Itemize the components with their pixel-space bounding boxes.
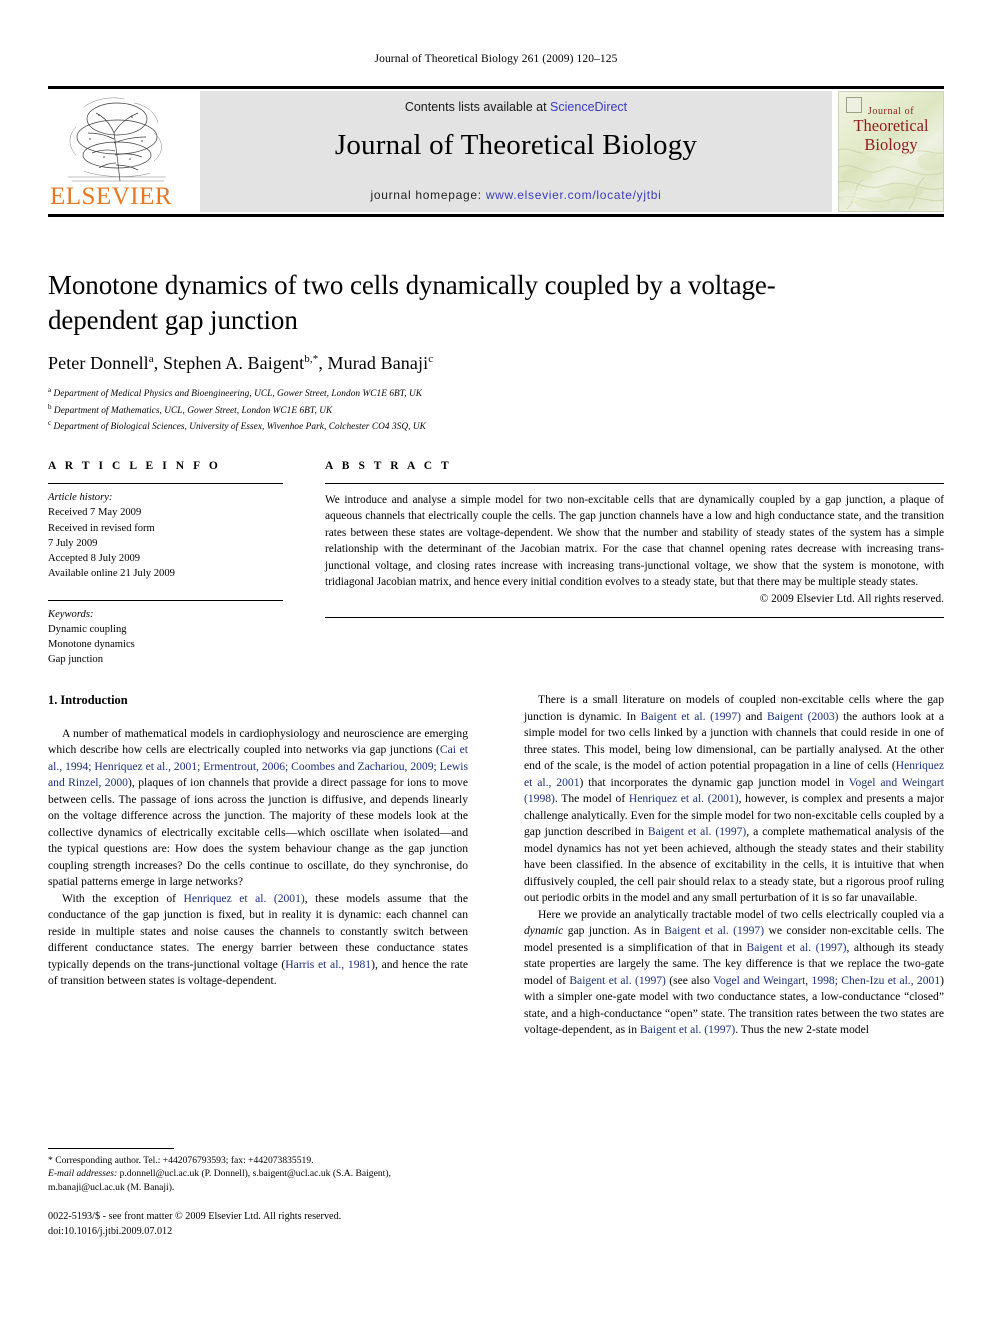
- issn-front-matter: 0022-5193/$ - see front matter © 2009 El…: [48, 1211, 342, 1223]
- author-list: Peter Donnella, Stephen A. Baigentb,*, M…: [48, 353, 434, 374]
- affiliation-list: a Department of Medical Physics and Bioe…: [48, 385, 808, 435]
- cover-title-line2: Theoretical: [853, 116, 929, 136]
- article-history-label: Article history:: [48, 492, 113, 503]
- elsevier-tree-icon: [68, 97, 166, 182]
- body-paragraph: With the exception of Henriquez et al. (…: [48, 891, 468, 988]
- cover-title: Journal of Theoretical Biology: [839, 106, 943, 154]
- body-columns: 1. Introduction A number of mathematical…: [48, 692, 944, 1039]
- keyword-item: Dynamic coupling: [48, 623, 127, 635]
- sciencedirect-link[interactable]: ScienceDirect: [550, 100, 627, 114]
- journal-masthead: ELSEVIER Contents lists available at Sci…: [48, 86, 944, 217]
- masthead-bottom-rule: [48, 214, 944, 217]
- cover-title-line3: Biology: [864, 134, 918, 154]
- journal-homepage-line: journal homepage: www.elsevier.com/locat…: [200, 188, 832, 202]
- contents-available-line: Contents lists available at ScienceDirec…: [200, 100, 832, 114]
- affiliation-item: c Department of Biological Sciences, Uni…: [48, 419, 426, 433]
- keyword-item: Gap junction: [48, 654, 104, 666]
- abstract-copyright: © 2009 Elsevier Ltd. All rights reserved…: [759, 592, 944, 605]
- article-keywords: Keywords: Dynamic coupling Monotone dynam…: [48, 601, 283, 675]
- keywords-label: Keywords:: [48, 608, 94, 620]
- article-history-items: Received 7 May 2009 Received in revised f…: [48, 505, 283, 581]
- paper-page: Journal of Theoretical Biology 261 (2009…: [0, 0, 992, 1323]
- article-history-item: 7 July 2009: [48, 537, 98, 549]
- section-heading-introduction: 1. Introduction: [48, 693, 128, 707]
- abstract-column: A B S T R A C T We introduce and analyse…: [325, 460, 944, 675]
- contents-prefix: Contents lists available at: [404, 100, 551, 114]
- footnote-rule: [48, 1148, 174, 1149]
- journal-title: Journal of Theoretical Biology: [334, 129, 698, 161]
- article-history: Article history: Received 7 May 2009 Rece…: [48, 484, 283, 589]
- citation-link[interactable]: Harris et al., 1981: [285, 958, 371, 971]
- imprint-block: 0022-5193/$ - see front matter © 2009 El…: [48, 1210, 468, 1240]
- journal-cover-thumbnail: Journal of Theoretical Biology: [838, 91, 944, 212]
- email-addresses-note: E-mail addresses: p.donnell@ucl.ac.uk (P…: [48, 1167, 468, 1194]
- homepage-prefix: journal homepage:: [370, 188, 486, 202]
- title-block: Monotone dynamics of two cells dynamical…: [48, 268, 808, 435]
- citation-link[interactable]: Baigent et al. (1997): [640, 1023, 735, 1036]
- doi-line: doi:10.1016/j.jtbi.2009.07.012: [48, 1226, 173, 1238]
- citation-link[interactable]: Baigent et al. (1997): [648, 825, 746, 838]
- citation-link[interactable]: Baigent et al. (1997): [641, 710, 741, 723]
- corresponding-author-note: * Corresponding author. Tel.: +442076793…: [48, 1155, 314, 1166]
- citation-link[interactable]: Baigent et al. (1997): [569, 974, 666, 987]
- email-addresses-label: E-mail addresses:: [48, 1168, 118, 1180]
- left-column-paragraphs: A number of mathematical models in cardi…: [48, 726, 468, 990]
- emphasis-text: dynamic: [524, 924, 564, 938]
- right-column-paragraphs: There is a small literature on models of…: [524, 692, 944, 1039]
- article-info-heading: A R T I C L E I N F O: [48, 460, 221, 472]
- masthead-banner: Contents lists available at ScienceDirec…: [200, 91, 832, 212]
- citation-link[interactable]: Baigent et al. (1997): [664, 924, 764, 937]
- keyword-item: Monotone dynamics: [48, 639, 135, 650]
- keyword-items: Dynamic coupling Monotone dynamics Gap jun…: [48, 622, 283, 668]
- citation-link[interactable]: Henriquez et al. (2001): [629, 792, 739, 805]
- citation-link[interactable]: Baigent (2003): [767, 710, 839, 723]
- article-info-column: A R T I C L E I N F O Article history: R…: [48, 460, 283, 675]
- footnotes-block: * Corresponding author. Tel.: +442076793…: [48, 1148, 468, 1240]
- abstract-rule-bottom: [325, 616, 944, 618]
- article-history-item: Received in revised form: [48, 522, 155, 534]
- citation-link[interactable]: Henriquez et al. (2001): [184, 892, 305, 905]
- abstract-heading: A B S T R A C T: [325, 460, 452, 472]
- page-title: Monotone dynamics of two cells dynamical…: [48, 270, 776, 335]
- citation-link[interactable]: Vogel and Weingart, 1998; Chen-Izu et al…: [713, 974, 940, 987]
- affiliation-item: a Department of Medical Physics and Bioe…: [48, 386, 423, 400]
- article-history-item: Available online 21 July 2009: [48, 568, 175, 580]
- body-paragraph: Here we provide an analytically tractabl…: [524, 907, 944, 1037]
- info-abstract-region: A R T I C L E I N F O Article history: R…: [48, 460, 944, 675]
- running-head: Journal of Theoretical Biology 261 (2009…: [374, 53, 618, 65]
- elsevier-logo: ELSEVIER: [48, 91, 200, 212]
- citation-link[interactable]: Baigent et al. (1997): [747, 941, 847, 954]
- citation-link[interactable]: Cai et al., 1994; Henriquez et al., 2001…: [48, 743, 468, 789]
- body-paragraph: A number of mathematical models in cardi…: [48, 726, 469, 889]
- affiliation-item: b Department of Mathematics, UCL, Gower …: [48, 402, 333, 416]
- body-column-right: There is a small literature on models of…: [524, 692, 944, 1039]
- article-history-item: Accepted 8 July 2009: [48, 553, 141, 564]
- body-paragraph: There is a small literature on models of…: [524, 693, 945, 905]
- article-history-item: Received 7 May 2009: [48, 507, 142, 519]
- journal-homepage-link[interactable]: www.elsevier.com/locate/yjtbi: [486, 188, 662, 202]
- masthead-top-rule: [48, 86, 944, 89]
- abstract-text: We introduce and analyse a simple model …: [325, 494, 944, 589]
- elsevier-wordmark: ELSEVIER: [50, 183, 173, 210]
- body-column-left: 1. Introduction A number of mathematical…: [48, 692, 468, 1039]
